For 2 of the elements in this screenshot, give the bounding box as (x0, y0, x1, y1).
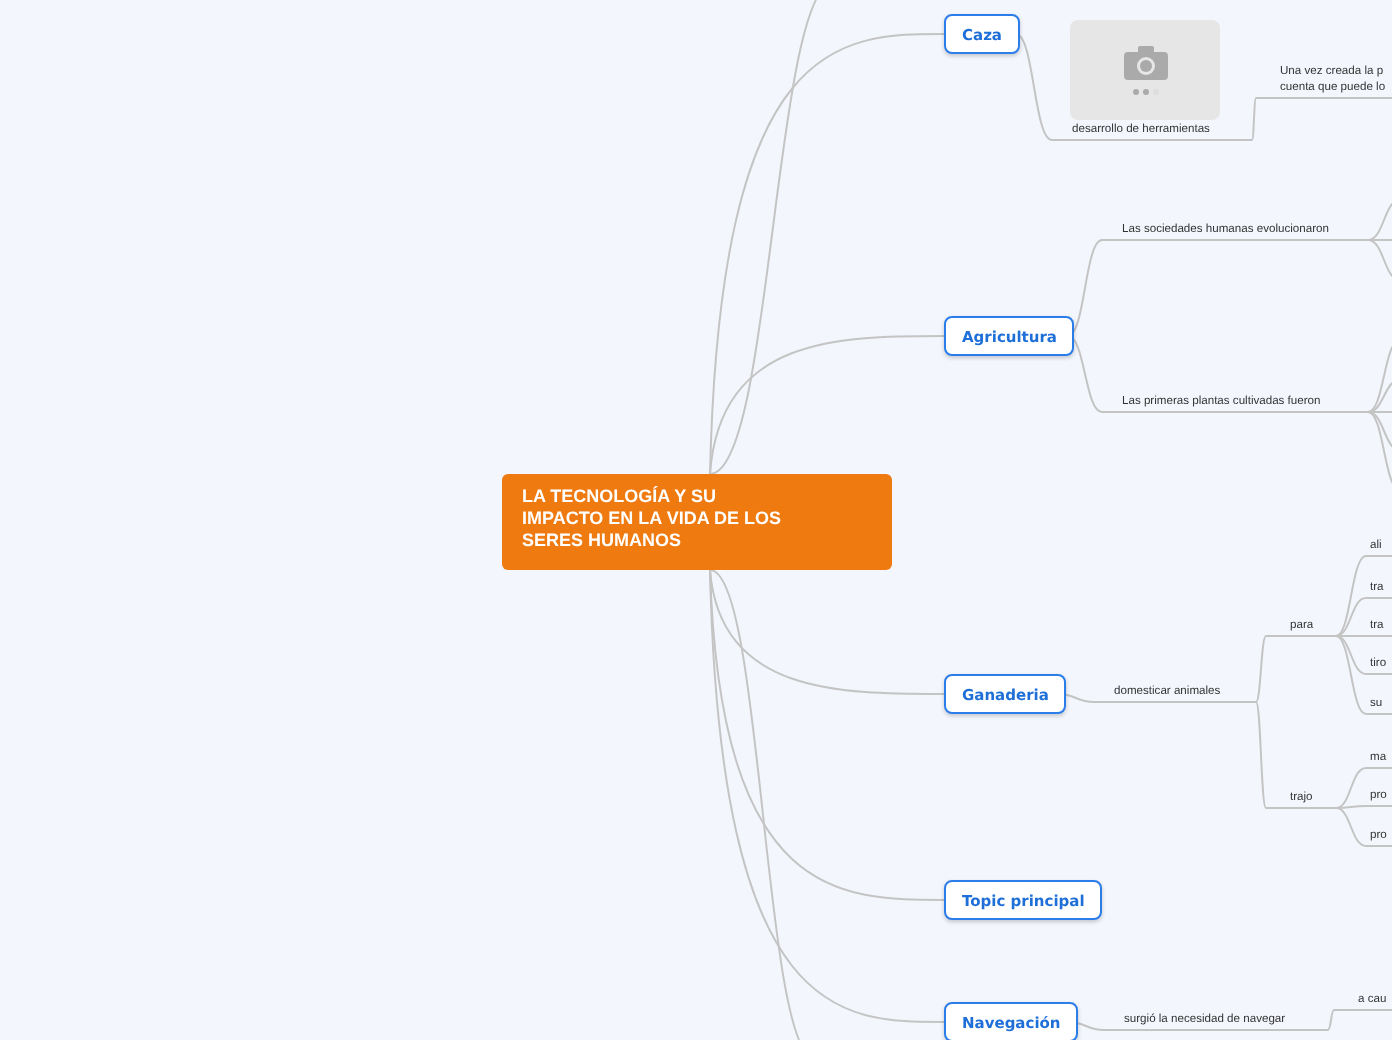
pager-dots-icon (1131, 87, 1159, 95)
camera-icon (1121, 45, 1169, 81)
